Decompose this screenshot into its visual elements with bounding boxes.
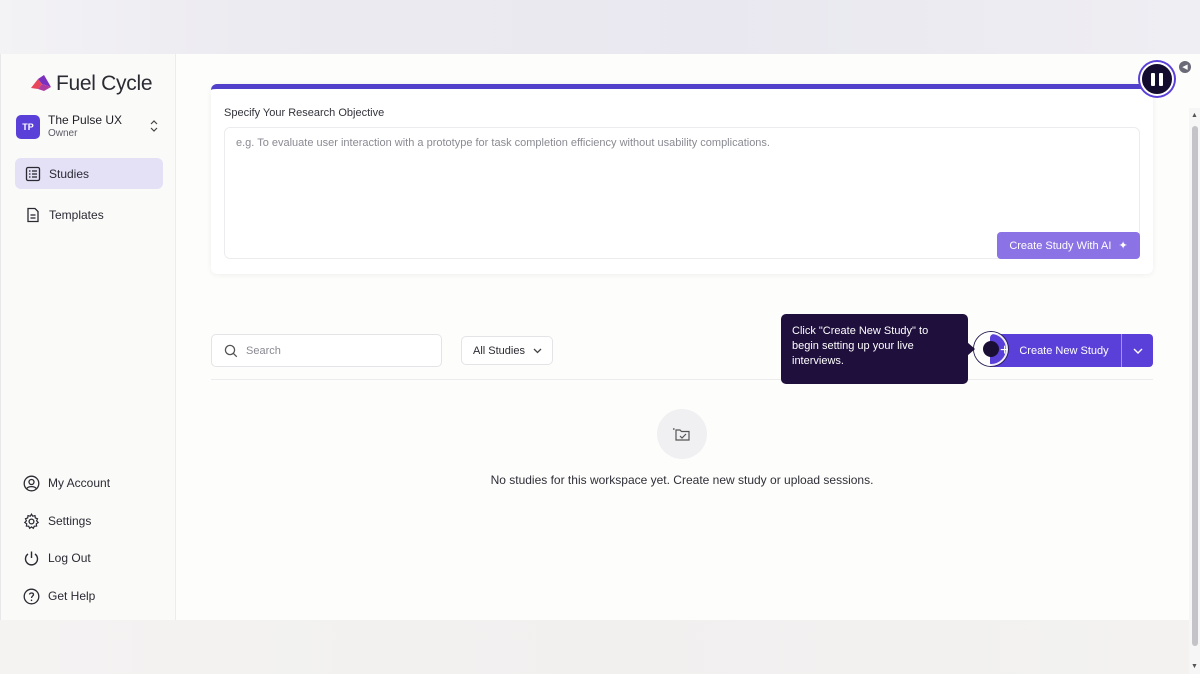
sidebar-item-label: Log Out <box>48 551 91 565</box>
ai-button-label: Create Study With AI <box>1009 239 1112 252</box>
page-scrollbar[interactable]: ▲ ▼ <box>1189 108 1200 674</box>
workspace-name: The Pulse UX <box>48 113 123 127</box>
chevron-down-icon <box>533 348 542 353</box>
sidebar-item-studies[interactable]: Studies <box>15 158 163 189</box>
toolbar-divider <box>211 379 1153 380</box>
scroll-down-arrow[interactable]: ▼ <box>1191 663 1198 670</box>
folder-check-icon <box>657 409 707 459</box>
sidebar-item-label: My Account <box>48 476 111 490</box>
pause-icon <box>1151 72 1163 86</box>
search-input[interactable]: Search <box>211 334 442 367</box>
create-new-study-button-group: + Create New Study <box>990 334 1153 367</box>
sidebar-item-label: Studies <box>49 166 90 181</box>
app-window: Fuel Cycle TP The Pulse UX Owner Studies… <box>0 54 1200 674</box>
research-objective-label: Specify Your Research Objective <box>224 107 385 119</box>
create-study-with-ai-button[interactable]: Create Study With AI ✦ <box>997 232 1140 259</box>
sidebar-item-get-help[interactable]: Get Help <box>23 585 163 607</box>
sidebar-item-settings[interactable]: Settings <box>23 510 163 532</box>
cursor-dot <box>983 341 999 357</box>
brand-logo[interactable]: Fuel Cycle <box>31 72 153 96</box>
updown-chevron-icon <box>150 120 158 132</box>
sparkle-icon: ✦ <box>1118 240 1128 252</box>
sidebar-item-label: Settings <box>48 514 92 528</box>
search-placeholder: Search <box>246 344 281 357</box>
sidebar-item-log-out[interactable]: Log Out <box>23 547 163 569</box>
studies-filter-dropdown[interactable]: All Studies <box>461 336 553 365</box>
browser-top-area <box>0 0 1200 54</box>
filter-value: All Studies <box>473 344 525 357</box>
tooltip-arrow <box>967 342 975 356</box>
sidebar-item-templates[interactable]: Templates <box>15 199 163 230</box>
browser-bottom-area <box>0 620 1200 674</box>
sidebar-item-my-account[interactable]: My Account <box>23 472 163 494</box>
help-circle-icon <box>23 588 40 604</box>
sidebar-item-label: Get Help <box>48 589 96 603</box>
workspace-role: Owner <box>48 128 78 139</box>
speaker-icon: ◀ <box>1179 61 1191 73</box>
onboarding-tooltip: Click "Create New Study" to begin settin… <box>781 314 968 384</box>
search-icon <box>224 344 238 357</box>
scroll-thumb[interactable] <box>1192 126 1198 646</box>
scroll-up-arrow[interactable]: ▲ <box>1191 112 1198 119</box>
fuel-cycle-logo-icon <box>31 75 51 91</box>
gear-icon <box>23 512 40 529</box>
research-objective-card: Specify Your Research Objective e.g. To … <box>211 84 1153 274</box>
workspace-switcher[interactable]: TP The Pulse UX Owner <box>16 112 166 142</box>
power-icon <box>24 551 39 565</box>
create-new-study-button[interactable]: + Create New Study <box>990 334 1121 367</box>
create-options-dropdown[interactable] <box>1122 348 1153 354</box>
brand-name: Fuel Cycle <box>56 72 153 95</box>
document-icon <box>27 207 39 222</box>
workspace-avatar: TP <box>16 115 40 139</box>
recording-pause-button[interactable] <box>1140 62 1174 96</box>
sidebar: Fuel Cycle TP The Pulse UX Owner Studies… <box>1 54 176 620</box>
sidebar-item-label: Templates <box>49 207 104 222</box>
create-new-study-label: Create New Study <box>1019 344 1109 357</box>
empty-state-message: No studies for this workspace yet. Creat… <box>490 473 874 487</box>
user-circle-icon <box>23 475 40 491</box>
list-icon <box>25 166 41 181</box>
chevron-down-icon <box>1133 348 1142 354</box>
